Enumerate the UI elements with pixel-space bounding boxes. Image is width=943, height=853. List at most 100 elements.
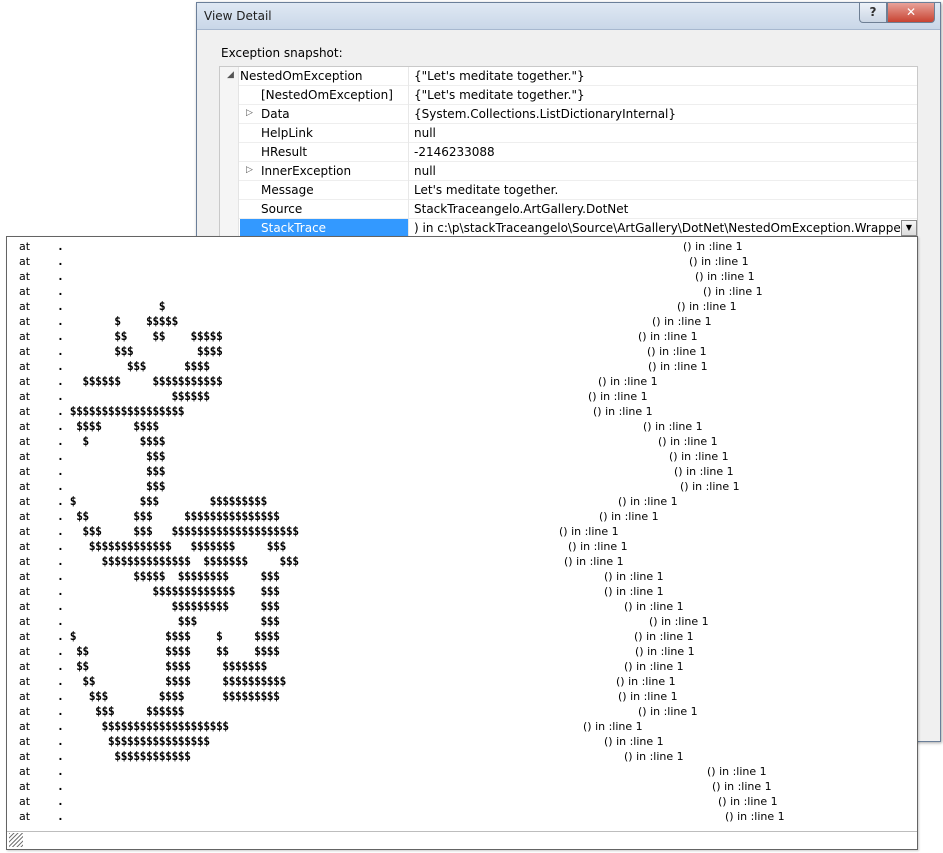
method-name: . $$$$$$ $$$$$$$$$$$ xyxy=(57,374,223,388)
line-info: () in :line 1 xyxy=(643,420,703,433)
method-name: . xyxy=(57,794,64,808)
line-info: () in :line 1 xyxy=(647,345,707,358)
stacktrace-line: at . $$$$$$ $$$$$$$$$$$ () in :line 1 xyxy=(19,374,909,389)
value-dropdown-button[interactable]: ▼ xyxy=(901,220,917,236)
at-keyword: at xyxy=(19,300,31,313)
at-keyword: at xyxy=(19,720,31,733)
method-name: . $$$$$$ xyxy=(57,389,210,403)
stacktrace-line: at. () in :line 1 xyxy=(19,269,909,284)
at-keyword: at xyxy=(19,465,31,478)
method-name: . xyxy=(57,284,64,298)
method-name: . $$ $$$$ $$$$$$$ xyxy=(57,659,267,673)
line-info: () in :line 1 xyxy=(725,810,785,823)
at-keyword: at xyxy=(19,705,31,718)
collapse-arrow-icon[interactable]: ◢ xyxy=(227,70,234,80)
exception-snapshot-label: Exception snapshot: xyxy=(221,46,343,60)
column-divider xyxy=(408,67,409,86)
at-keyword: at xyxy=(19,345,31,358)
method-name: . $$$$$$$$$$$$$ $$$ xyxy=(57,584,280,598)
stacktrace-line: at . $$ $$$$ $$ $$$$ () in :line 1 xyxy=(19,644,909,659)
at-keyword: at xyxy=(19,600,31,613)
line-info: () in :line 1 xyxy=(680,480,740,493)
line-info: () in :line 1 xyxy=(677,300,737,313)
grid-row[interactable]: [NestedOmException] {"Let's meditate toge… xyxy=(220,86,917,105)
resize-grip-icon[interactable] xyxy=(9,833,23,847)
at-keyword: at xyxy=(19,645,31,658)
at-keyword: at xyxy=(19,480,31,493)
line-info: () in :line 1 xyxy=(703,285,763,298)
method-name: . $$ $$$ $$$$$$$$$$$$$$$ xyxy=(57,509,280,523)
line-info: () in :line 1 xyxy=(624,600,684,613)
method-name: . $$$ xyxy=(57,479,166,493)
grid-row[interactable]: ▷ InnerException null xyxy=(220,162,917,181)
column-divider xyxy=(408,86,409,105)
property-name: [NestedOmException] xyxy=(261,88,393,102)
at-keyword: at xyxy=(19,735,31,748)
stacktrace-line: at . $ $$$$$ () in :line 1 xyxy=(19,314,909,329)
method-name: . $$$ $$$$ xyxy=(57,359,210,373)
line-info: () in :line 1 xyxy=(674,465,734,478)
stacktrace-line: at. () in :line 1 xyxy=(19,809,909,824)
method-name: . $ xyxy=(57,299,166,313)
row-gutter xyxy=(220,86,239,105)
close-button[interactable]: ✕ xyxy=(887,3,935,23)
at-keyword: at xyxy=(19,570,31,583)
property-name: Data xyxy=(261,107,290,121)
grid-row[interactable]: Message Let's meditate together. xyxy=(220,181,917,200)
expand-arrow-icon[interactable]: ▷ xyxy=(246,108,253,118)
method-name: . $$$$$$$$$$$$ xyxy=(57,749,191,763)
line-info: () in :line 1 xyxy=(624,660,684,673)
stacktrace-line: at . $$$$$$$$$$$$ () in :line 1 xyxy=(19,749,909,764)
method-name: . $$$$$$$$$$$$$ $$$$$$$ $$$ xyxy=(57,539,286,553)
at-keyword: at xyxy=(19,525,31,538)
at-keyword: at xyxy=(19,270,31,283)
grid-row[interactable]: HelpLink null xyxy=(220,124,917,143)
stacktrace-line: at . $$$$$$$$$$$$$$$$ () in :line 1 xyxy=(19,734,909,749)
at-keyword: at xyxy=(19,450,31,463)
help-button[interactable]: ? xyxy=(859,3,887,23)
title-bar[interactable]: View Detail ? ✕ xyxy=(197,3,940,30)
line-info: () in :line 1 xyxy=(707,765,767,778)
grid-row[interactable]: ◢ NestedOmException {"Let's meditate toget… xyxy=(220,67,917,86)
stacktrace-line: at . $$ $$$ $$$$$$$$$$$$$$$ () in :line 1 xyxy=(19,509,909,524)
property-name: StackTrace xyxy=(261,221,327,235)
method-name: . $$$$$ $$$$$$$$ $$$ xyxy=(57,569,280,583)
at-keyword: at xyxy=(19,390,31,403)
stacktrace-text: at. () in :line 1 at. () in :line 1 at. () in… xyxy=(19,239,909,829)
method-name: . $$$$$$$$$$$$$$ $$$$$$$ $$$ xyxy=(57,554,299,568)
method-name: . $$$$$$$$$$$$$$$$ xyxy=(57,734,210,748)
method-name: . $$$$$$$$$$$$$$$$$$ xyxy=(57,404,185,418)
property-name: HResult xyxy=(261,145,308,159)
method-name: . $ $$$ $$$$$$$$$ xyxy=(57,494,267,508)
stacktrace-line: at . $$ $$$$ $$$$$$$$$$ () in :line 1 xyxy=(19,674,909,689)
at-keyword: at xyxy=(19,780,31,793)
property-value: null xyxy=(414,126,436,140)
method-name: . xyxy=(57,269,64,283)
line-info: () in :line 1 xyxy=(634,630,694,643)
line-info: () in :line 1 xyxy=(712,780,772,793)
at-keyword: at xyxy=(19,765,31,778)
property-value: Let's meditate together. xyxy=(414,183,559,197)
grid-row[interactable]: HResult -2146233088 xyxy=(220,143,917,162)
line-info: () in :line 1 xyxy=(593,405,653,418)
stacktrace-line: at . $$$ $$$$ () in :line 1 xyxy=(19,359,909,374)
grid-row[interactable]: Source StackTraceangelo.ArtGallery.DotNet xyxy=(220,200,917,219)
stacktrace-popup[interactable]: at. () in :line 1 at. () in :line 1 at. () in… xyxy=(6,236,918,850)
grid-row[interactable]: ▷ Data {System.Collections.ListDictionaryI… xyxy=(220,105,917,124)
stacktrace-line: at. () in :line 1 xyxy=(19,779,909,794)
stacktrace-line: at . $$$$$$$$$ $$$ () in :line 1 xyxy=(19,599,909,614)
line-info: () in :line 1 xyxy=(599,510,659,523)
line-info: () in :line 1 xyxy=(616,675,676,688)
expand-arrow-icon[interactable]: ▷ xyxy=(246,165,253,175)
line-info: () in :line 1 xyxy=(618,690,678,703)
method-name: . xyxy=(57,779,64,793)
property-name: InnerException xyxy=(261,164,352,178)
property-value: {"Let's meditate together."} xyxy=(414,69,585,83)
line-info: () in :line 1 xyxy=(669,450,729,463)
method-name: . $ $$$$ $ $$$$ xyxy=(57,629,280,643)
at-keyword: at xyxy=(19,375,31,388)
line-info: () in :line 1 xyxy=(652,315,712,328)
row-gutter xyxy=(220,162,239,181)
property-value: ) in c:\p\stackTraceangelo\Source\ArtGal… xyxy=(414,221,918,235)
method-name: . $$ $$$$ $$ $$$$ xyxy=(57,644,280,658)
